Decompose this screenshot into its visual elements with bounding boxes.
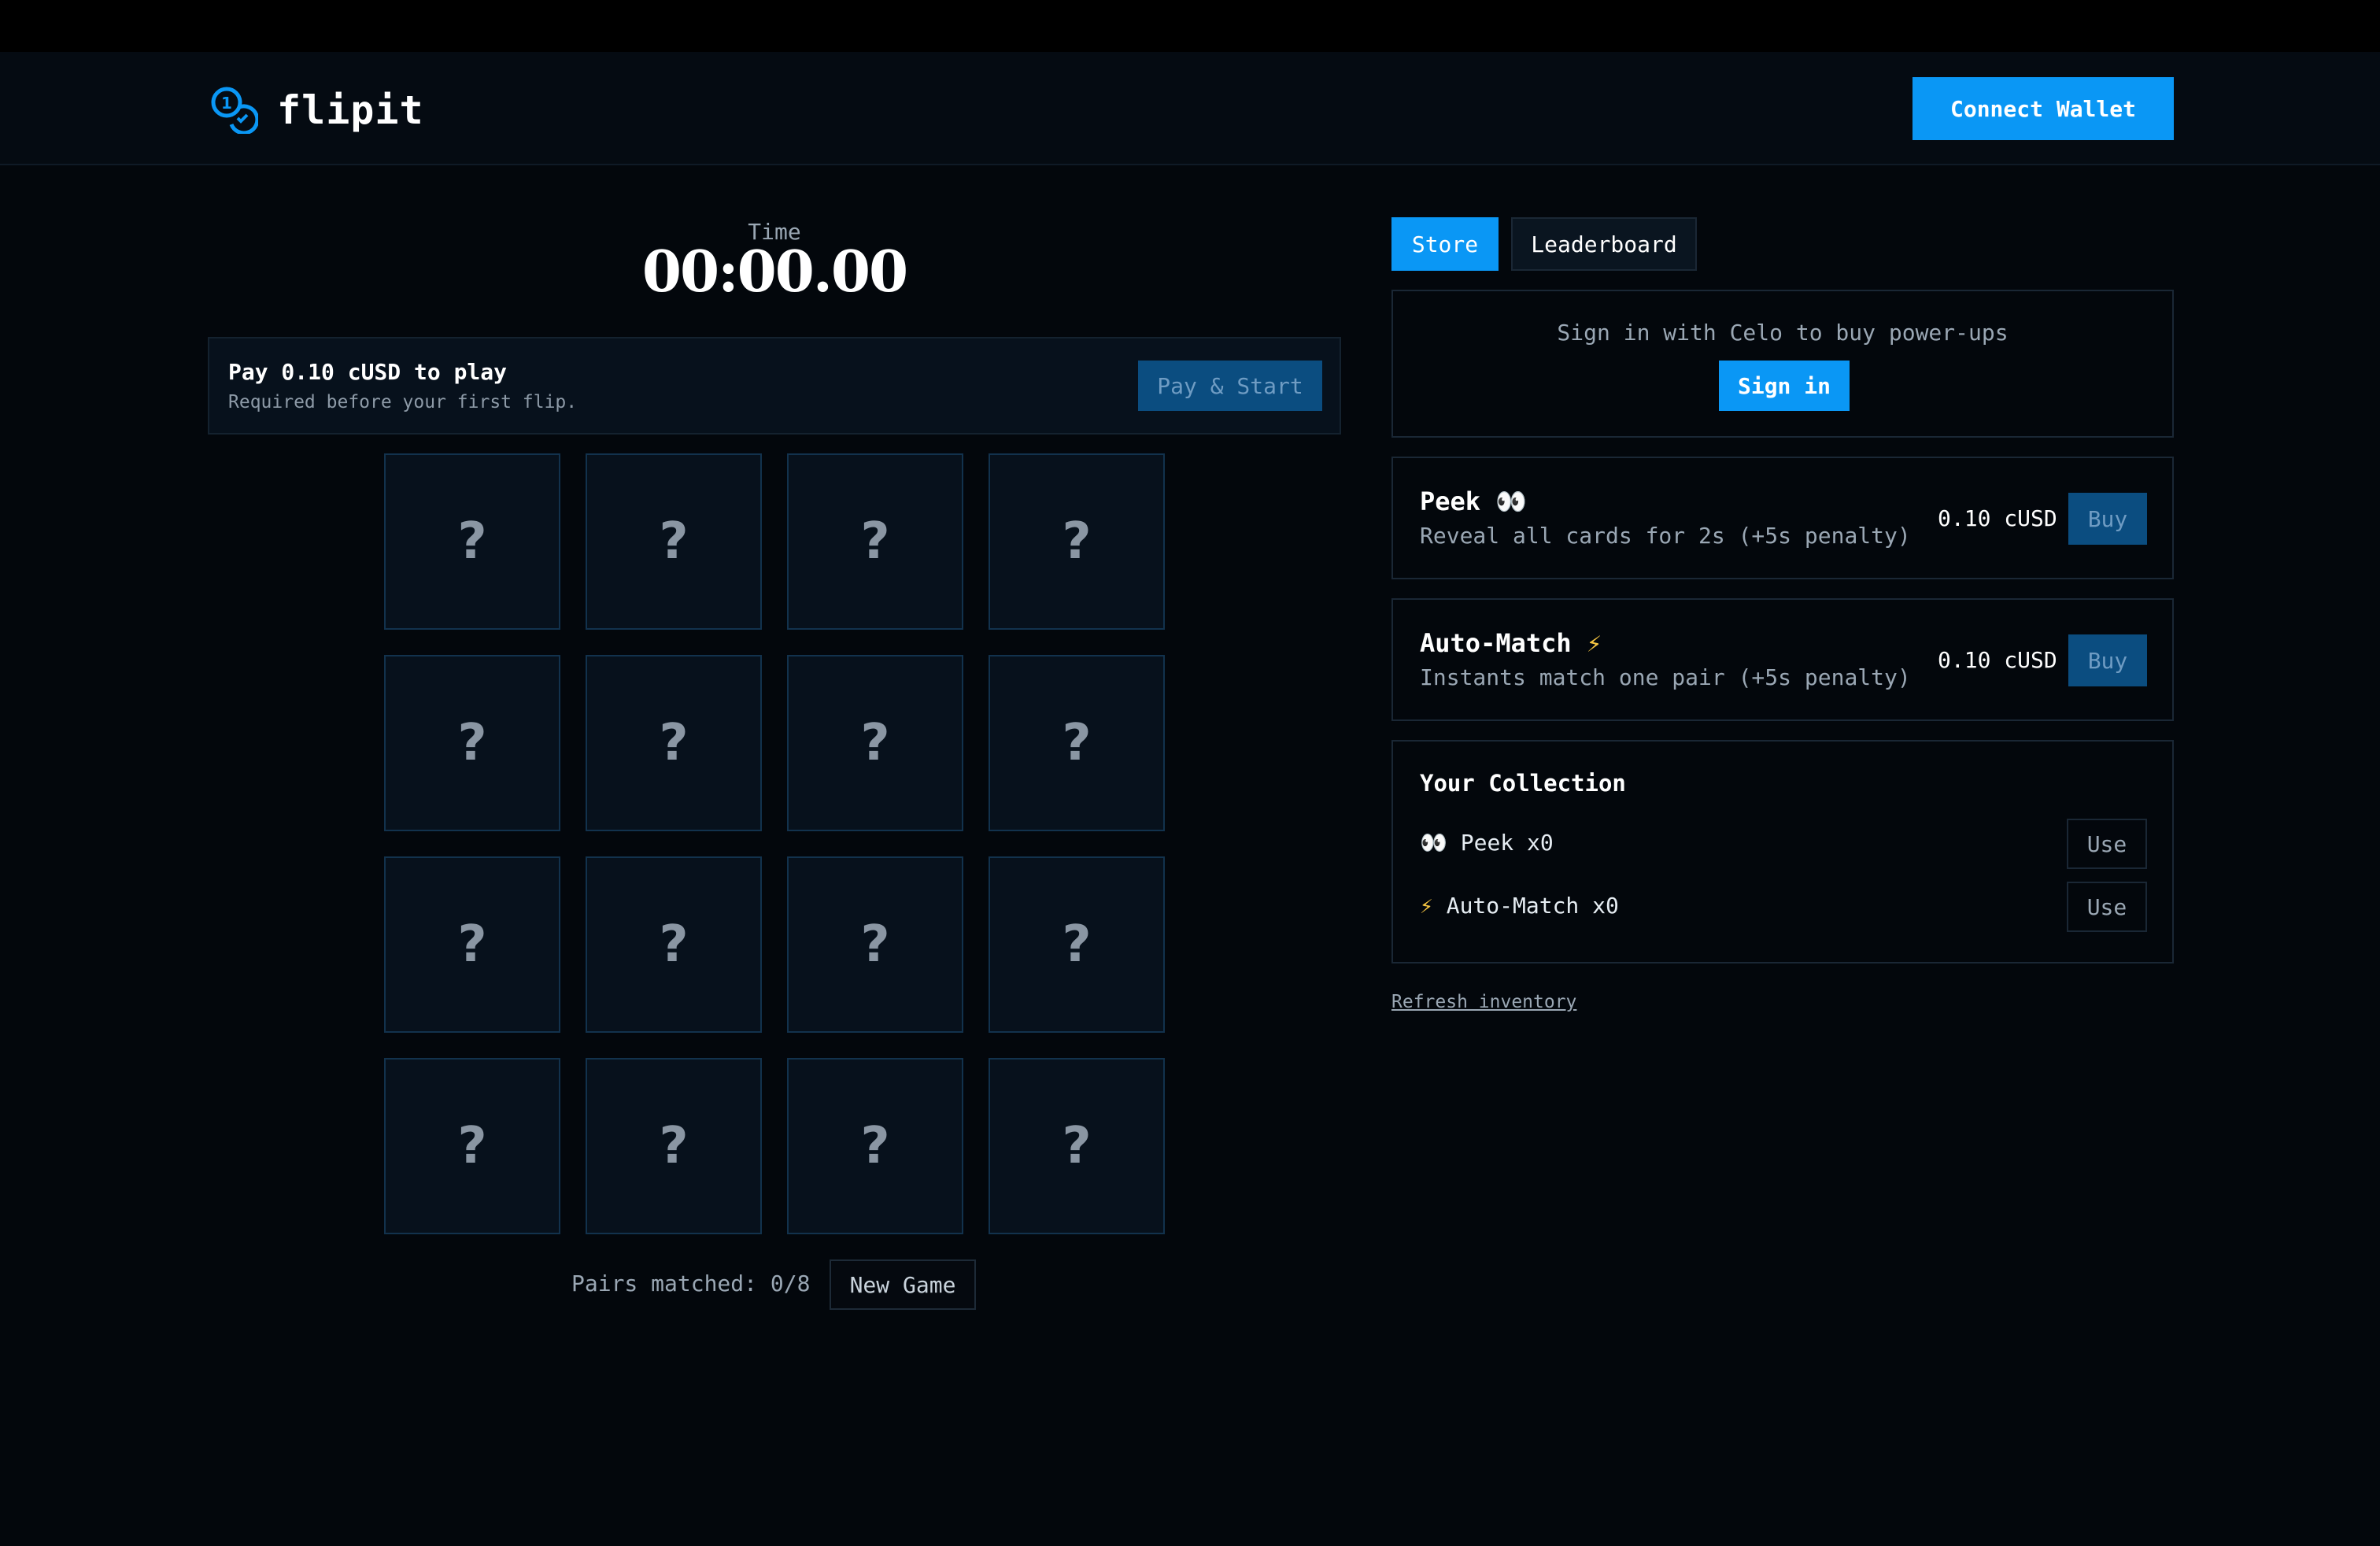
card[interactable]: ?	[586, 856, 762, 1033]
store-item-name: Peek	[1420, 486, 1481, 516]
card-face: ?	[659, 714, 689, 772]
lightning-icon: ⚡	[1420, 893, 1433, 919]
card-face: ?	[1062, 714, 1092, 772]
store-item-title: Auto-Match ⚡	[1420, 628, 1602, 658]
store-item-price: 0.10 cUSD	[1938, 647, 2057, 673]
card-face: ?	[1062, 512, 1092, 571]
card-board: ? ? ? ? ? ? ? ? ? ? ? ? ? ? ? ?	[384, 453, 1165, 1234]
collection-item-label: Auto-Match x0	[1446, 893, 1619, 919]
signin-message: Sign in with Celo to buy power-ups	[1557, 320, 2009, 346]
card-face: ?	[860, 915, 890, 974]
card[interactable]: ?	[384, 1058, 560, 1234]
store-item-description: Instants match one pair (+5s penalty)	[1420, 664, 1911, 690]
collection-panel: Your Collection 👀 Peek x0 Use ⚡ Auto-Mat…	[1391, 740, 2174, 963]
card[interactable]: ?	[787, 1058, 963, 1234]
card[interactable]: ?	[989, 453, 1165, 630]
refresh-inventory-link[interactable]: Refresh inventory	[1391, 992, 1576, 1012]
store-item-name: Auto-Match	[1420, 628, 1572, 658]
sign-in-button[interactable]: Sign in	[1719, 361, 1850, 411]
store-item-title: Peek 👀	[1420, 486, 1527, 516]
svg-text:1: 1	[221, 94, 232, 113]
store-item-price: 0.10 cUSD	[1938, 505, 2057, 531]
coins-icon: 1	[208, 83, 260, 137]
card[interactable]: ?	[586, 1058, 762, 1234]
collection-item-peek: 👀 Peek x0	[1420, 830, 1554, 856]
card[interactable]: ?	[384, 453, 560, 630]
tab-store[interactable]: Store	[1391, 217, 1499, 271]
card-face: ?	[860, 1117, 890, 1175]
card-face: ?	[659, 1117, 689, 1175]
card[interactable]: ?	[384, 856, 560, 1033]
pay-title: Pay 0.10 cUSD to play	[228, 359, 508, 385]
app-name: flipit	[277, 87, 424, 133]
timer-value: 00:00.00	[641, 238, 908, 305]
card[interactable]: ?	[586, 453, 762, 630]
card-face: ?	[659, 915, 689, 974]
use-auto-match-button[interactable]: Use	[2067, 882, 2147, 932]
card[interactable]: ?	[787, 856, 963, 1033]
window-top-bar	[0, 0, 2380, 52]
card[interactable]: ?	[586, 655, 762, 831]
lightning-icon: ⚡	[1586, 628, 1602, 658]
top-navbar: 1 flipit Connect Wallet	[0, 52, 2380, 165]
store-item-peek: Peek 👀 Reveal all cards for 2s (+5s pena…	[1391, 457, 2174, 579]
card-face: ?	[860, 512, 890, 571]
pairs-matched-counter: Pairs matched: 0/8	[571, 1270, 811, 1296]
card-face: ?	[457, 714, 487, 772]
use-peek-button[interactable]: Use	[2067, 819, 2147, 869]
pay-subtitle: Required before your first flip.	[228, 392, 578, 412]
logo[interactable]: 1 flipit	[208, 83, 424, 137]
card-face: ?	[1062, 1117, 1092, 1175]
buy-peek-button[interactable]: Buy	[2068, 493, 2147, 545]
card[interactable]: ?	[384, 655, 560, 831]
card-face: ?	[860, 714, 890, 772]
eyes-icon: 👀	[1420, 830, 1447, 856]
card[interactable]: ?	[989, 856, 1165, 1033]
pay-and-start-button[interactable]: Pay & Start	[1138, 361, 1322, 411]
eyes-icon: 👀	[1495, 486, 1528, 516]
connect-wallet-button[interactable]: Connect Wallet	[1913, 77, 2174, 140]
new-game-button[interactable]: New Game	[830, 1259, 976, 1310]
card[interactable]: ?	[787, 453, 963, 630]
collection-title: Your Collection	[1420, 770, 1626, 797]
store-item-description: Reveal all cards for 2s (+5s penalty)	[1420, 523, 1911, 549]
card-face: ?	[457, 915, 487, 974]
pay-to-play-banner: Pay 0.10 cUSD to play Required before yo…	[208, 337, 1341, 435]
store-item-auto-match: Auto-Match ⚡ Instants match one pair (+5…	[1391, 598, 2174, 721]
card[interactable]: ?	[989, 1058, 1165, 1234]
card[interactable]: ?	[989, 655, 1165, 831]
card-face: ?	[457, 512, 487, 571]
card[interactable]: ?	[787, 655, 963, 831]
collection-item-auto-match: ⚡ Auto-Match x0	[1420, 893, 1619, 919]
signin-panel: Sign in with Celo to buy power-ups Sign …	[1391, 290, 2174, 438]
buy-auto-match-button[interactable]: Buy	[2068, 634, 2147, 686]
card-face: ?	[457, 1117, 487, 1175]
card-face: ?	[659, 512, 689, 571]
card-face: ?	[1062, 915, 1092, 974]
collection-item-label: Peek x0	[1460, 830, 1554, 856]
tab-leaderboard[interactable]: Leaderboard	[1511, 217, 1697, 271]
